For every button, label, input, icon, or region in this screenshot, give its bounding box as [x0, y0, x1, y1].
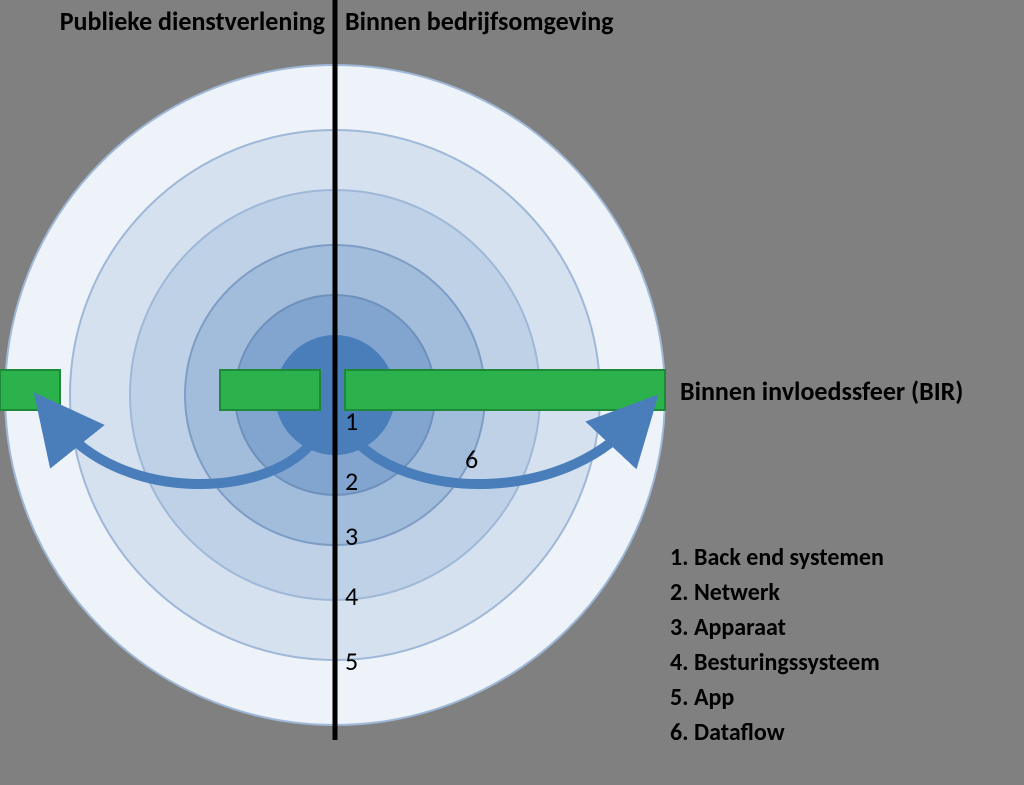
legend-2: 2. Netwerk	[670, 578, 780, 607]
ring-num-3: 3	[345, 520, 358, 552]
legend: 1. Back end systemen 2. Netwerk 3. Appar…	[670, 543, 884, 747]
label-right: Binnen invloedssfeer (BIR)	[680, 375, 963, 407]
ring-num-4: 4	[345, 580, 358, 612]
header-right: Binnen bedrijfsomgeving	[345, 5, 614, 37]
dataflow-bar-mid	[220, 370, 320, 410]
ring-num-6: 6	[465, 443, 478, 475]
legend-4: 4. Besturingssysteem	[670, 648, 880, 677]
dataflow-bar-right	[345, 370, 665, 410]
ring-num-5: 5	[345, 645, 358, 677]
header-left: Publieke dienstverlening	[60, 5, 326, 37]
dataflow-bar-left	[0, 370, 60, 410]
legend-1: 1. Back end systemen	[670, 543, 884, 572]
legend-6: 6. Dataflow	[670, 718, 785, 747]
ring-num-2: 2	[345, 465, 358, 497]
legend-5: 5. App	[670, 683, 734, 712]
legend-3: 3. Apparaat	[670, 613, 786, 642]
